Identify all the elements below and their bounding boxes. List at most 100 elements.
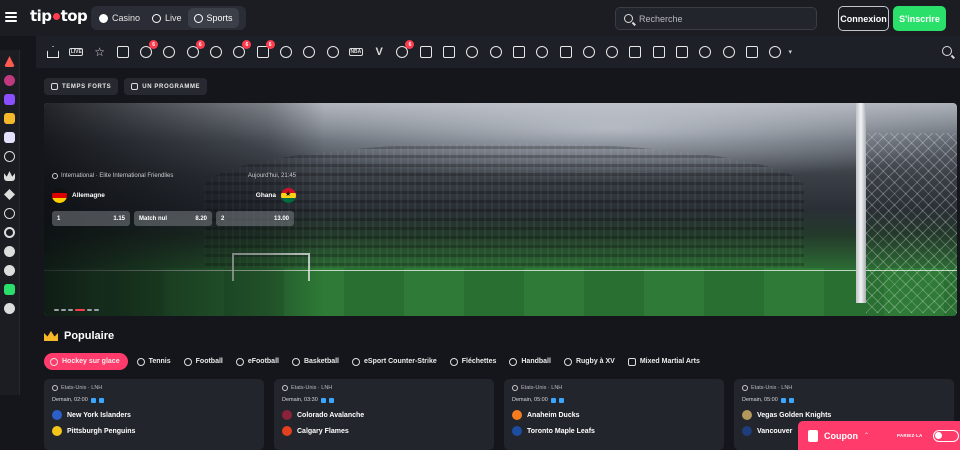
darts-icon[interactable] [698, 45, 712, 59]
badminton-icon[interactable] [209, 45, 223, 59]
live-icon[interactable]: LIVE [69, 45, 84, 59]
chip-handball[interactable]: Handball [505, 353, 555, 370]
coupon-bar[interactable]: Coupon ⌃ PARIEZ·LA [798, 421, 960, 450]
nav-live[interactable]: Live [146, 8, 188, 28]
away-team: Pittsburgh Penguins [52, 426, 256, 436]
crown-icon[interactable] [4, 171, 15, 181]
live-stream-icon[interactable] [4, 227, 15, 238]
event-card[interactable]: Etats-Unis · LNH Demain, 03:30 Colorado … [274, 379, 494, 450]
nav-sports[interactable]: Sports [187, 8, 239, 28]
gamepad-icon[interactable] [4, 132, 15, 143]
login-button[interactable]: Connexion [838, 6, 889, 31]
jackpot-icon[interactable] [4, 94, 15, 105]
sports-icon-bar: LIVE ☆ 6 6 6 6 NBA V 6 ▾ [36, 36, 960, 68]
users-icon[interactable] [4, 246, 15, 257]
fortnite-icon[interactable] [745, 45, 759, 59]
carousel-dot[interactable] [94, 309, 99, 311]
hero-banner[interactable]: International · Elite International Frie… [44, 103, 957, 316]
promo-icon[interactable] [4, 75, 15, 86]
download-icon[interactable] [4, 284, 15, 295]
fifa-icon[interactable] [535, 45, 549, 59]
nav-casino[interactable]: Casino [93, 8, 146, 28]
chip-hockey[interactable]: Hockey sur glace [44, 353, 128, 370]
carousel-dot[interactable] [61, 309, 66, 311]
baseball-icon[interactable] [326, 45, 340, 59]
support-icon[interactable] [4, 303, 15, 314]
fighting-icon[interactable]: 6 [395, 40, 415, 59]
football-icon[interactable] [4, 151, 15, 162]
chip-tennis[interactable]: Tennis [133, 353, 175, 370]
tab-programme[interactable]: UN PROGRAMME [124, 78, 208, 95]
trophy-icon[interactable] [4, 113, 15, 124]
chip-mma[interactable]: Mixed Martial Arts [624, 353, 704, 370]
card-league: Etats-Unis · LNH [742, 385, 946, 391]
handball-icon[interactable] [302, 45, 316, 59]
team-logo [52, 410, 62, 420]
carousel-dot[interactable] [68, 309, 73, 311]
menu-icon[interactable] [5, 12, 17, 22]
chip-efootball[interactable]: eFootball [232, 353, 283, 370]
nba-icon[interactable]: NBA [348, 45, 363, 59]
event-card[interactable]: Etats-Unis · LNH Demain, 05:00 Anaheim D… [504, 379, 724, 450]
basketball-icon[interactable] [4, 208, 15, 219]
event-card[interactable]: Etats-Unis · LNH Demain, 02:00 New York … [44, 379, 264, 450]
volleyball-icon[interactable]: 6 [232, 40, 252, 59]
home-icon[interactable] [46, 45, 60, 59]
chip-counter-strike[interactable]: eSport Counter-Strike [348, 353, 441, 370]
hockey-icon [50, 357, 58, 366]
hero-tabs: TEMPS FORTS UN PROGRAMME [44, 78, 208, 95]
racing-icon[interactable] [465, 45, 479, 59]
chip-football[interactable]: Football [180, 353, 227, 370]
mma-icon [627, 357, 636, 366]
wrestling-icon[interactable] [628, 45, 642, 59]
search-input[interactable] [639, 13, 809, 24]
carousel-dot[interactable] [87, 309, 92, 311]
odd-away[interactable]: 2 13.00 [216, 211, 294, 226]
mma-icon[interactable] [652, 45, 666, 59]
more-sports-caret-icon[interactable]: ▾ [789, 48, 793, 56]
team-logo [512, 410, 522, 420]
volley-icon[interactable] [605, 45, 619, 59]
chess-icon[interactable] [419, 45, 433, 59]
odd-draw[interactable]: Match nul 8.20 [134, 211, 212, 226]
american-football-icon[interactable] [768, 45, 782, 59]
chip-label: Fléchettes [461, 358, 497, 365]
league-name: Etats-Unis · LNH [291, 385, 333, 391]
tab-temps-forts[interactable]: TEMPS FORTS [44, 78, 119, 95]
flag-icon[interactable] [442, 45, 456, 59]
carousel-dot[interactable] [54, 309, 59, 311]
tennis-icon[interactable]: 6 [186, 40, 205, 59]
carousel-dot-active[interactable] [75, 309, 85, 311]
signup-button[interactable]: S'inscrire [893, 6, 946, 31]
golf-icon[interactable] [582, 45, 596, 59]
valorant-icon[interactable]: V [372, 45, 386, 59]
logo[interactable]: tip top [30, 7, 88, 25]
top-bar: tiptop Casino Live Sports Connexion S'in… [0, 0, 960, 36]
sport-search-icon[interactable] [942, 46, 952, 56]
counter-strike-icon[interactable] [559, 45, 573, 59]
chip-rugby[interactable]: Rugby à XV [560, 353, 619, 370]
soccer-icon [183, 357, 192, 366]
featured-match[interactable]: International · Elite International Frie… [52, 173, 296, 226]
bet-mode-toggle[interactable] [932, 429, 959, 442]
search-box[interactable] [615, 7, 817, 30]
cricket-icon[interactable] [489, 45, 503, 59]
team-logo [742, 426, 752, 436]
lol-icon[interactable] [675, 45, 689, 59]
rugby-icon[interactable] [722, 45, 736, 59]
soccer-icon[interactable]: 6 [139, 40, 159, 59]
chip-basketball[interactable]: Basketball [288, 353, 343, 370]
basketball-icon[interactable] [162, 45, 176, 59]
coupon-list-icon[interactable] [116, 45, 130, 59]
chevron-up-icon[interactable]: ⌃ [864, 432, 869, 439]
hockey-icon[interactable] [279, 45, 293, 59]
event-time: Demain, 02:00 [52, 397, 88, 403]
chip-darts[interactable]: Fléchettes [446, 353, 501, 370]
dota-icon[interactable] [512, 45, 526, 59]
odd-home[interactable]: 1 1.15 [52, 211, 130, 226]
rocket-icon[interactable] [4, 56, 15, 67]
chat-icon[interactable] [4, 265, 15, 276]
diamond-icon[interactable] [4, 189, 15, 200]
esport-icon[interactable]: 6 [256, 40, 275, 59]
favorites-star-icon[interactable]: ☆ [93, 45, 107, 59]
